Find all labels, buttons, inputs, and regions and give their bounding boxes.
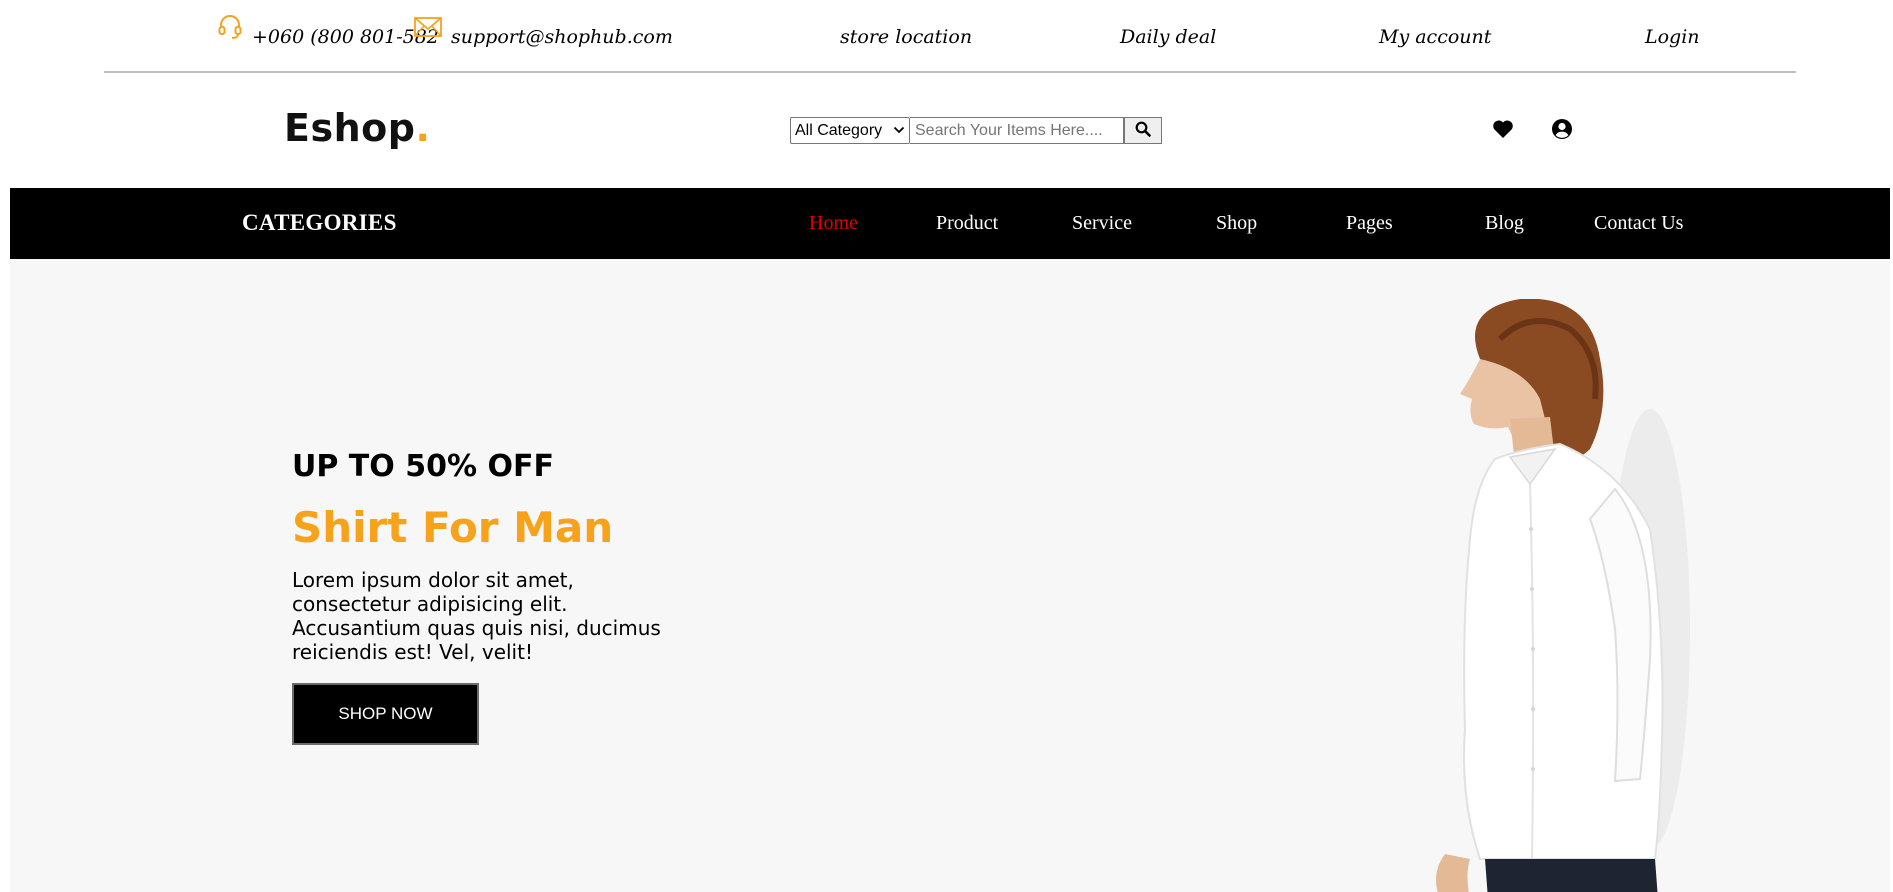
- logo-dot: .: [415, 106, 431, 150]
- search-icon: [1135, 121, 1151, 141]
- heart-icon: [1492, 119, 1514, 143]
- top-divider: [104, 71, 1796, 73]
- hero-description: Lorem ipsum dolor sit amet, consectetur …: [292, 568, 661, 664]
- wishlist-button[interactable]: [1490, 118, 1516, 144]
- nav-product[interactable]: Product: [936, 212, 998, 235]
- nav-pages[interactable]: Pages: [1346, 212, 1393, 235]
- search-bar: All Category: [790, 117, 1162, 144]
- nav-home[interactable]: Home: [809, 212, 858, 235]
- phone-number: +060 (800 801-582: [252, 26, 439, 48]
- store-location-link[interactable]: store location: [840, 26, 972, 48]
- category-select[interactable]: All Category: [790, 117, 910, 144]
- shop-now-button[interactable]: SHOP NOW: [292, 683, 479, 745]
- search-button[interactable]: [1124, 117, 1162, 144]
- nav-shop[interactable]: Shop: [1216, 212, 1257, 235]
- categories-menu[interactable]: CATEGORIES: [242, 210, 397, 236]
- chevron-down-icon: [893, 122, 905, 140]
- hero-title: Shirt For Man: [292, 503, 614, 552]
- headset-icon: [217, 14, 243, 44]
- top-info-bar: +060 (800 801-582 support@shophub.com st…: [0, 0, 1893, 72]
- main-nav: CATEGORIES Home Product Service Shop Pag…: [10, 188, 1890, 259]
- nav-blog[interactable]: Blog: [1485, 212, 1524, 235]
- nav-service[interactable]: Service: [1072, 212, 1132, 235]
- account-button[interactable]: [1549, 118, 1575, 144]
- support-email-link[interactable]: support@shophub.com: [451, 26, 673, 48]
- hero-model-image: [1436, 299, 1690, 892]
- logo[interactable]: Eshop.: [284, 106, 430, 150]
- hero-banner: UP TO 50% OFF Shirt For Man Lorem ipsum …: [10, 259, 1890, 892]
- hero-pretitle: UP TO 50% OFF: [292, 449, 554, 484]
- logo-text: Eshop: [284, 106, 416, 150]
- search-input[interactable]: [910, 117, 1124, 144]
- daily-deal-link[interactable]: Daily deal: [1120, 26, 1216, 48]
- envelope-icon: [414, 17, 442, 41]
- category-select-value: All Category: [795, 121, 883, 139]
- my-account-link[interactable]: My account: [1379, 26, 1491, 48]
- user-circle-icon: [1551, 118, 1573, 144]
- login-link[interactable]: Login: [1645, 26, 1700, 48]
- nav-contact-us[interactable]: Contact Us: [1594, 212, 1683, 235]
